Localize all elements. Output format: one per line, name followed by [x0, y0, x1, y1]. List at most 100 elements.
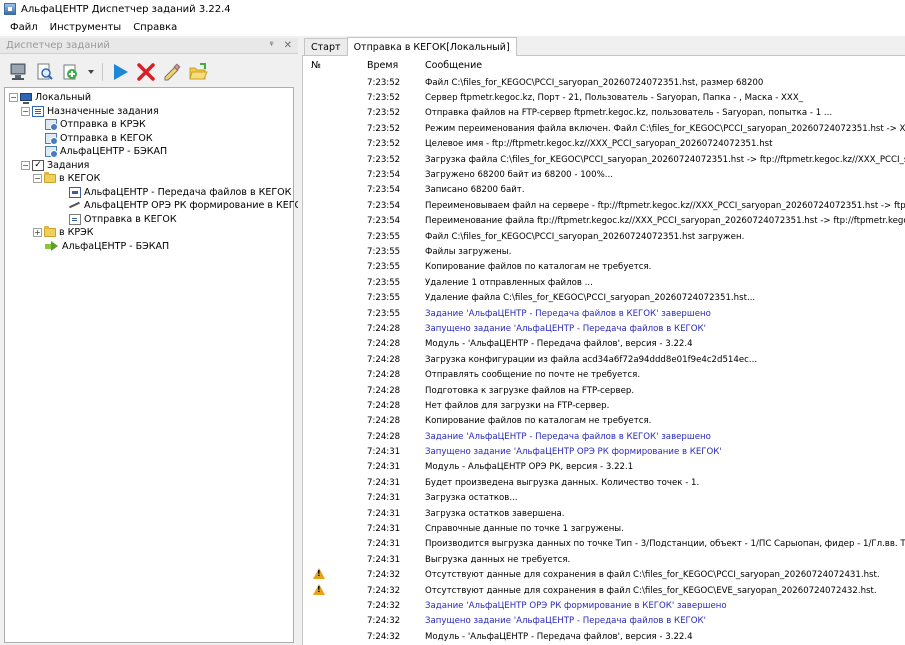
delete-icon[interactable]	[135, 61, 157, 83]
toolbar-separator	[102, 63, 103, 81]
tree-node-assigned-kegoc[interactable]: Отправка в КЕГОК	[5, 132, 293, 146]
log-row-num	[303, 568, 355, 582]
add-icon[interactable]	[60, 61, 82, 83]
log-row-time: 7:24:32	[367, 616, 401, 627]
edit-icon[interactable]	[161, 61, 183, 83]
menu-help[interactable]: Справка	[127, 22, 183, 33]
log-row-message: Удаление файла C:\files_for_KEGOC\PCCI_s…	[425, 293, 756, 304]
log-row[interactable]: 7:24:28 Отправлять сообщение по почте не …	[303, 367, 905, 382]
log-row-message: Переименовываем файл на сервере - ftp://…	[425, 200, 905, 211]
log-row[interactable]: 7:24:31 Модуль - АльфаЦЕНТР ОРЭ РК, верси…	[303, 460, 905, 475]
menu-bar: Файл Инструменты Справка	[0, 18, 905, 36]
log-row[interactable]: 7:23:52 Режим переименования файла включе…	[303, 121, 905, 136]
log-row[interactable]: 7:23:52 Отправка файлов на FTP-сервер ftp…	[303, 106, 905, 121]
log-table: № Время Сообщение 7:23:52 Файл C:\files_f…	[302, 56, 905, 645]
tree-node-kegoc-transfer[interactable]: АльфаЦЕНТР - Передача файлов в КЕГОК	[5, 186, 293, 200]
scheduled-task-icon	[45, 132, 58, 145]
collapse-icon[interactable]: −	[9, 93, 18, 103]
tree-node-krek-folder[interactable]: + в КРЭК	[5, 226, 293, 240]
log-row-time: 7:24:31	[367, 493, 401, 504]
log-row-num	[303, 583, 355, 598]
log-row[interactable]: 7:24:28 Запущено задание 'АльфаЦЕНТР - Пе…	[303, 321, 905, 336]
log-row[interactable]: 7:23:55 Файлы загружены.	[303, 244, 905, 259]
pen-icon	[69, 200, 81, 211]
log-row[interactable]: 7:23:52 Загрузка файла C:\files_for_KEGOC…	[303, 152, 905, 167]
tree-node-local[interactable]: − Локальный	[5, 91, 293, 105]
log-row[interactable]: 7:23:54 Записано 68200 байт.	[303, 183, 905, 198]
tab-kegoc-log[interactable]: Отправка в КЕГОК[Локальный]	[346, 37, 517, 56]
panel-header: Диспетчер заданий ᵠ ✕	[0, 38, 298, 54]
tab-start[interactable]: Старт	[304, 38, 348, 55]
tree-label: АльфаЦЕНТР ОРЭ РК формирование в КЕГОК	[84, 200, 309, 212]
collapse-icon[interactable]: −	[21, 160, 30, 170]
search-icon[interactable]	[34, 61, 56, 83]
log-row-time: 7:23:55	[367, 277, 401, 288]
close-icon[interactable]: ✕	[284, 40, 292, 51]
log-row[interactable]: 7:24:32 Задание 'АльфаЦЕНТР ОРЭ РК формир…	[303, 598, 905, 613]
log-rows: 7:23:52 Файл C:\files_for_KEGOC\PCCI_sary…	[303, 75, 905, 645]
menu-tools[interactable]: Инструменты	[44, 22, 128, 33]
monitor-icon[interactable]	[8, 61, 30, 83]
log-row[interactable]: 7:24:31 Загрузка остатков...	[303, 491, 905, 506]
log-row[interactable]: 7:24:31 Запущено задание 'АльфаЦЕНТР ОРЭ …	[303, 444, 905, 459]
log-row[interactable]: 7:24:28 Загрузка конфигурации из файла ac…	[303, 352, 905, 367]
menu-file[interactable]: Файл	[4, 22, 44, 33]
log-row[interactable]: 7:23:55 Задание 'АльфаЦЕНТР - Передача фа…	[303, 306, 905, 321]
log-row-message: Производится выгрузка данных по точке Ти…	[425, 539, 905, 550]
run-icon[interactable]	[109, 61, 131, 83]
log-row[interactable]: 7:24:31 Справочные данные по точке 1 загр…	[303, 521, 905, 536]
log-row[interactable]: 7:23:55 Удаление файла C:\files_for_KEGOC…	[303, 290, 905, 305]
log-row[interactable]: 7:24:28 Подготовка к загрузке файлов на F…	[303, 383, 905, 398]
log-row[interactable]: 7:24:31 Будет произведена выгрузка данных…	[303, 475, 905, 490]
log-row[interactable]: 7:23:52 Файл C:\files_for_KEGOC\PCCI_sary…	[303, 75, 905, 90]
log-row-message: Нет файлов для загрузки на FTP-сервер.	[425, 400, 610, 411]
log-row[interactable]: 7:23:55 Файл C:\files_for_KEGOC\PCCI_sary…	[303, 229, 905, 244]
log-row[interactable]: 7:24:28 Задание 'АльфаЦЕНТР - Передача фа…	[303, 429, 905, 444]
log-row-message: Модуль - АльфаЦЕНТР ОРЭ РК, версия - 3.2…	[425, 462, 634, 473]
tree-node-assigned-backup[interactable]: АльфаЦЕНТР - БЭКАП	[5, 145, 293, 159]
log-row[interactable]: 7:24:32 Запущено задание 'АльфаЦЕНТР - Пе…	[303, 614, 905, 629]
log-row[interactable]: 7:24:32 Отсутствуют данные для сохранения…	[303, 568, 905, 583]
log-row[interactable]: 7:24:32 Отсутствуют данные для сохранения…	[303, 583, 905, 598]
tree-label: Отправка в КЕГОК	[60, 132, 153, 144]
log-row-message: Задание 'АльфаЦЕНТР ОРЭ РК формирование …	[425, 600, 727, 611]
tree-node-kegoc-send[interactable]: Отправка в КЕГОК	[5, 213, 293, 227]
log-row-message: Отправлять сообщение по почте не требует…	[425, 370, 641, 381]
log-row-time: 7:24:31	[367, 539, 401, 550]
collapse-icon[interactable]: −	[21, 106, 30, 116]
column-header-time[interactable]: Время	[355, 60, 421, 71]
log-row[interactable]: 7:23:54 Переименовываем файл на сервере -…	[303, 198, 905, 213]
log-row[interactable]: 7:24:28 Нет файлов для загрузки на FTP-се…	[303, 398, 905, 413]
log-row[interactable]: 7:23:54 Переименование файла ftp://ftpmet…	[303, 214, 905, 229]
log-row[interactable]: 7:24:32 Модуль - 'АльфаЦЕНТР - Передача ф…	[303, 629, 905, 644]
log-row-time: 7:23:55	[367, 231, 401, 242]
collapse-icon[interactable]: −	[33, 174, 42, 184]
dropdown-icon[interactable]	[86, 61, 96, 83]
log-row-message: Файлы загружены.	[425, 246, 512, 257]
log-row[interactable]: 7:24:28 Копирование файлов по каталогам н…	[303, 414, 905, 429]
column-header-message[interactable]: Сообщение	[421, 60, 905, 71]
log-row-time: 7:24:31	[367, 508, 401, 519]
column-header-num[interactable]: №	[303, 60, 355, 71]
tree-node-tasks[interactable]: − ✓ Задания	[5, 159, 293, 173]
log-row[interactable]: 7:23:52 Целевое имя - ftp://ftpmetr.kegoc…	[303, 137, 905, 152]
tree-node-assigned[interactable]: − Назначенные задания	[5, 105, 293, 119]
open-folder-icon[interactable]	[187, 61, 209, 83]
pin-icon[interactable]: ᵠ	[269, 40, 273, 51]
log-row[interactable]: 7:23:52 Сервер ftpmetr.kegoc.kz, Порт - 2…	[303, 90, 905, 105]
log-row[interactable]: 7:24:31 Производится выгрузка данных по т…	[303, 537, 905, 552]
log-row[interactable]: 7:24:31 Загрузка остатков завершена.	[303, 506, 905, 521]
tree-node-kegoc-ore[interactable]: АльфаЦЕНТР ОРЭ РК формирование в КЕГОК	[5, 199, 309, 213]
log-row-message: Запущено задание 'АльфаЦЕНТР - Передача …	[425, 616, 707, 627]
log-row-message: Загрузка остатков завершена.	[425, 508, 565, 519]
log-row[interactable]: 7:23:54 Загружено 68200 байт из 68200 - 1…	[303, 167, 905, 182]
log-row[interactable]: 7:24:31 Выгрузка данных не требуется.	[303, 552, 905, 567]
log-row[interactable]: 7:24:28 Модуль - 'АльфаЦЕНТР - Передача ф…	[303, 337, 905, 352]
log-row[interactable]: 7:23:55 Копирование файлов по каталогам н…	[303, 260, 905, 275]
tree-node-kegoc-folder[interactable]: − в КЕГОК	[5, 172, 293, 186]
tree-node-assigned-krek[interactable]: Отправка в КРЭК	[5, 118, 293, 132]
expand-icon[interactable]: +	[33, 228, 42, 238]
log-row[interactable]: 7:23:55 Удаление 1 отправленных файлов ..…	[303, 275, 905, 290]
tree-node-backup[interactable]: АльфаЦЕНТР - БЭКАП	[5, 240, 293, 254]
log-row-message: Переименование файла ftp://ftpmetr.kegoc…	[425, 216, 905, 227]
